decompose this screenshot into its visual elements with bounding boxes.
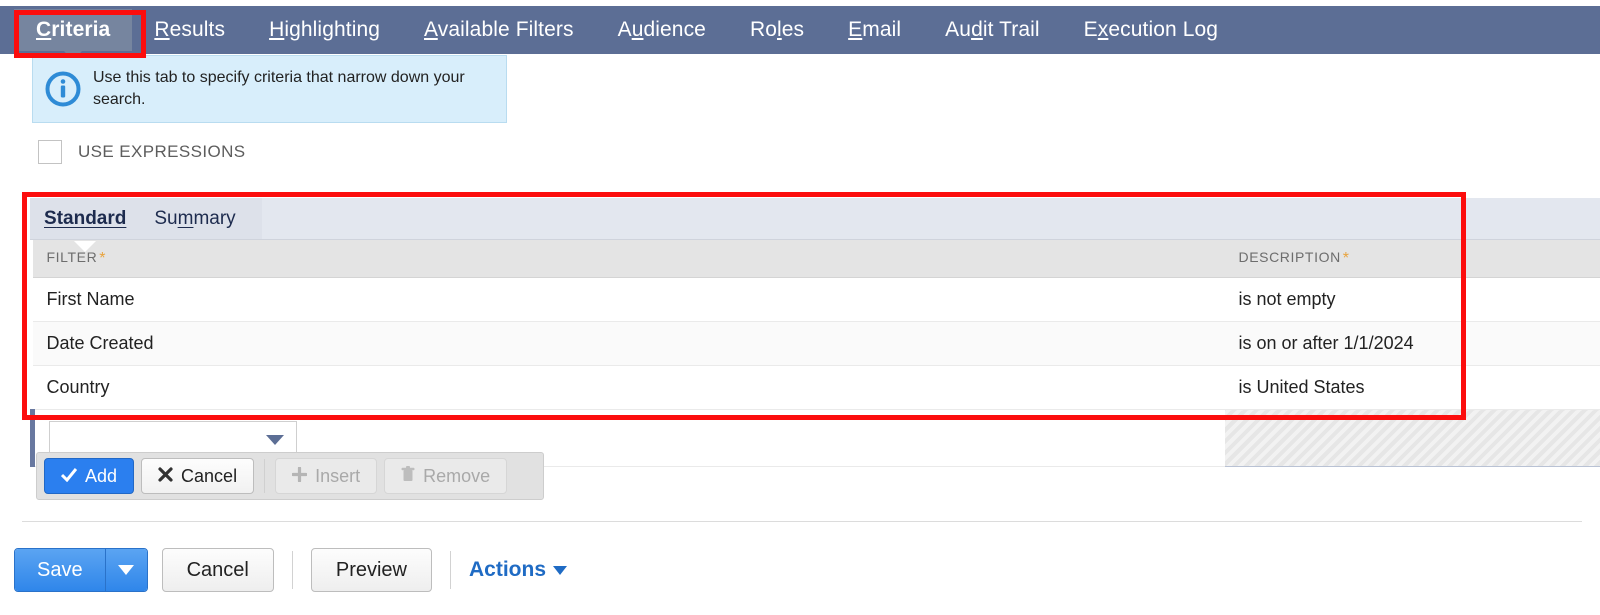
cell-description[interactable]: is United States — [1224, 365, 1600, 410]
actions-menu-link[interactable]: Actions — [469, 558, 567, 582]
page-action-bar: Save Cancel Preview Actions — [14, 548, 567, 592]
table-row[interactable]: First Name is not empty — [32, 277, 1600, 322]
tab-email[interactable]: Email — [826, 9, 923, 51]
cell-description[interactable]: is not empty — [1224, 277, 1600, 322]
use-expressions-checkbox[interactable] — [38, 140, 62, 164]
x-icon — [158, 466, 173, 487]
cell-filter[interactable]: First Name — [32, 277, 1225, 322]
tab-audience-label-rest: dience — [643, 18, 706, 41]
trash-icon — [401, 465, 415, 487]
actions-menu-label: Actions — [469, 558, 547, 581]
criteria-table: FILTER * DESCRIPTION * First Name is not e… — [30, 240, 1600, 467]
tab-highlighting[interactable]: Highlighting — [247, 9, 402, 51]
cancel-button[interactable]: Cancel — [161, 548, 274, 592]
required-asterisk: * — [1342, 250, 1350, 267]
subtab-standard[interactable]: Standard — [30, 207, 140, 252]
use-expressions-label: USE EXPRESSIONS — [78, 142, 246, 161]
subtab-summary-label-rest: mary — [193, 207, 236, 229]
tab-available-filters[interactable]: Available Filters — [402, 9, 596, 51]
tab-audience[interactable]: Audience — [596, 9, 728, 51]
action-divider — [450, 551, 451, 589]
info-circle-icon — [45, 71, 81, 107]
remove-button[interactable]: Remove — [384, 458, 508, 494]
tab-results[interactable]: Results — [132, 9, 247, 51]
tab-audit-trail-label-rest: it Trail — [982, 18, 1040, 41]
check-icon — [60, 466, 78, 487]
row-edit-toolbar: Add Cancel Insert Remove — [36, 452, 544, 500]
insert-button[interactable]: Insert — [275, 458, 378, 494]
tab-roles-label-rest: es — [781, 18, 805, 41]
cancel-row-button[interactable]: Cancel — [141, 458, 255, 494]
tab-criteria-label-rest: riteria — [51, 18, 111, 41]
tab-available-filters-label-rest: vailable Filters — [437, 18, 574, 41]
column-header-filter[interactable]: FILTER * — [32, 240, 1225, 278]
column-header-description-label: DESCRIPTION — [1238, 249, 1341, 265]
tab-audit-trail[interactable]: Audit Trail — [923, 9, 1061, 51]
subtab-summary[interactable]: Summary — [140, 208, 249, 230]
filter-select[interactable] — [49, 421, 297, 455]
subtab-standard-label-rest: tandard — [56, 207, 127, 229]
tab-execution-log[interactable]: Execution Log — [1062, 9, 1240, 51]
cell-description-disabled — [1224, 409, 1600, 467]
info-banner: Use this tab to specify criteria that na… — [32, 55, 507, 123]
remove-button-label: Remove — [423, 465, 491, 486]
preview-button[interactable]: Preview — [310, 548, 432, 592]
cancel-row-button-label: Cancel — [181, 465, 238, 486]
save-split-button[interactable]: Save — [14, 548, 148, 592]
tab-criteria[interactable]: Criteria — [14, 9, 133, 61]
insert-button-label: Insert — [315, 465, 361, 486]
required-asterisk: * — [99, 250, 107, 267]
grid-subtab-bar: Standard Summary — [30, 198, 1600, 252]
primary-tab-bar: Criteria Results Highlighting Available … — [0, 6, 1600, 61]
table-row[interactable]: Date Created is on or after 1/1/2024 — [32, 321, 1600, 366]
action-divider — [291, 551, 293, 589]
add-button-label: Add — [85, 465, 118, 486]
save-dropdown-chevron-down-icon[interactable] — [104, 549, 147, 591]
add-button[interactable]: Add — [44, 458, 135, 494]
plus-icon — [291, 465, 308, 487]
info-banner-text: Use this tab to specify criteria that na… — [93, 69, 465, 108]
cell-filter[interactable]: Country — [32, 365, 1225, 410]
table-row[interactable]: Country is United States — [32, 365, 1600, 410]
cell-filter[interactable]: Date Created — [32, 321, 1225, 366]
toolbar-divider — [264, 459, 266, 493]
tab-highlighting-label-rest: ighlighting — [284, 18, 381, 41]
bottom-separator — [22, 521, 1582, 522]
tab-results-label-rest: esults — [169, 18, 226, 41]
cell-description[interactable]: is on or after 1/1/2024 — [1224, 321, 1600, 366]
tab-email-label-rest: mail — [862, 18, 902, 41]
criteria-grid-panel: Standard Summary FILTER * DESCRIPTION * Fi… — [30, 198, 1600, 467]
tab-execution-log-label-rest: ecution Log — [1108, 18, 1219, 41]
save-button[interactable]: Save — [15, 549, 105, 591]
column-header-description[interactable]: DESCRIPTION * — [1224, 240, 1600, 278]
tab-roles[interactable]: Roles — [728, 9, 826, 51]
use-expressions-row: USE EXPRESSIONS — [38, 140, 246, 164]
table-header-row: FILTER * DESCRIPTION * — [32, 240, 1600, 278]
